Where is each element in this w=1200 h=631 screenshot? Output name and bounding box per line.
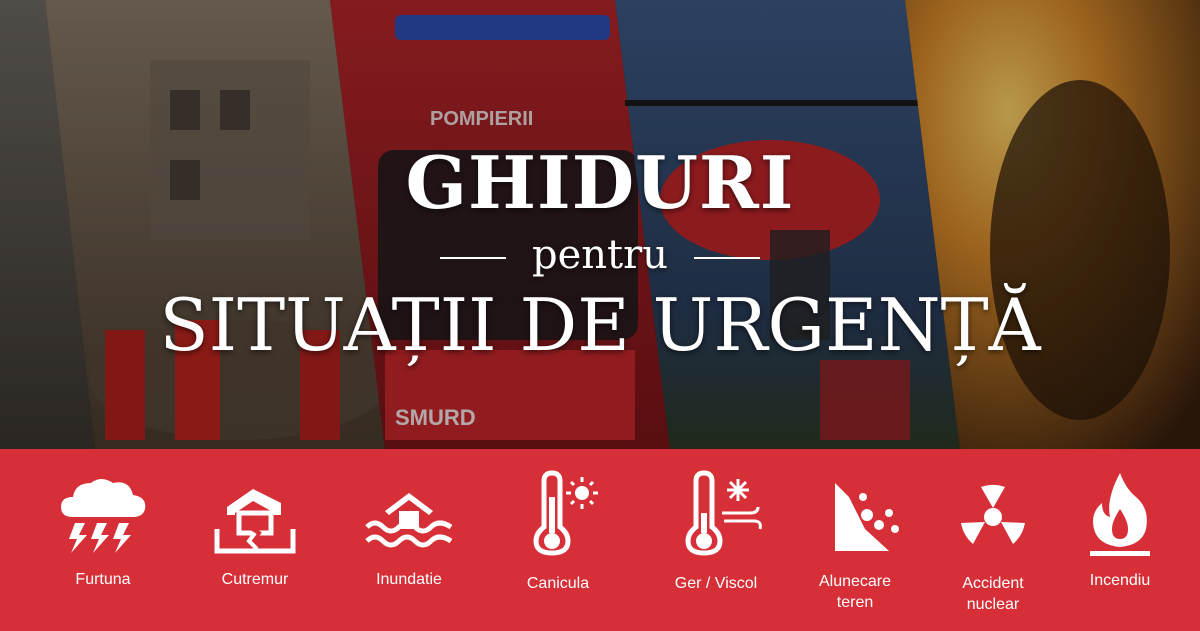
hazard-furtuna[interactable]: Furtuna [28,449,178,631]
hazard-label: Inundatie [376,571,442,588]
flooded-house-icon [365,493,453,548]
fire-icon [1090,473,1150,556]
hazard-label: Incendiu [1089,572,1151,589]
connector-line-right [694,257,760,259]
hazard-band: Furtuna Cutremur Inundatie Canicula Ger … [0,449,1200,631]
earthquake-house-icon [214,489,296,554]
thermometer-snow-icon [685,470,762,556]
headline-title: GHIDURI [405,140,795,225]
landslide-icon [835,483,899,551]
headline: GHIDURI pentru SITUAȚII DE URGENȚĂ [0,0,1200,450]
thermometer-sun-icon [533,470,598,556]
hazard-inundatie[interactable]: Inundatie [334,449,484,631]
hazard-label: Cutremur [221,571,289,588]
hazard-canicula[interactable]: Canicula [483,449,633,631]
headline-connector: pentru [532,232,668,278]
hazard-label: Furtuna [75,571,131,588]
storm-cloud-icon [61,479,146,553]
hazard-label-text: Alunecare teren [818,573,892,611]
hazard-label: Alunecare teren [780,571,930,613]
hazard-label: Ger / Viscol [674,575,758,592]
radiation-icon [961,484,1025,544]
banner: POMPIERII SMURD GHIDURI pentru SITUAȚII … [0,0,1200,631]
hazard-label-text: Accident nuclear [962,575,1024,613]
hazard-ger-viscol[interactable]: Ger / Viscol [641,449,791,631]
hazard-label: Canicula [526,575,590,592]
headline-subtitle: SITUAȚII DE URGENȚĂ [159,283,1041,367]
hazard-incendiu[interactable]: Incendiu [1045,449,1195,631]
hazard-cutremur[interactable]: Cutremur [180,449,330,631]
hazard-alunecare-teren[interactable]: Alunecare teren [780,449,930,631]
